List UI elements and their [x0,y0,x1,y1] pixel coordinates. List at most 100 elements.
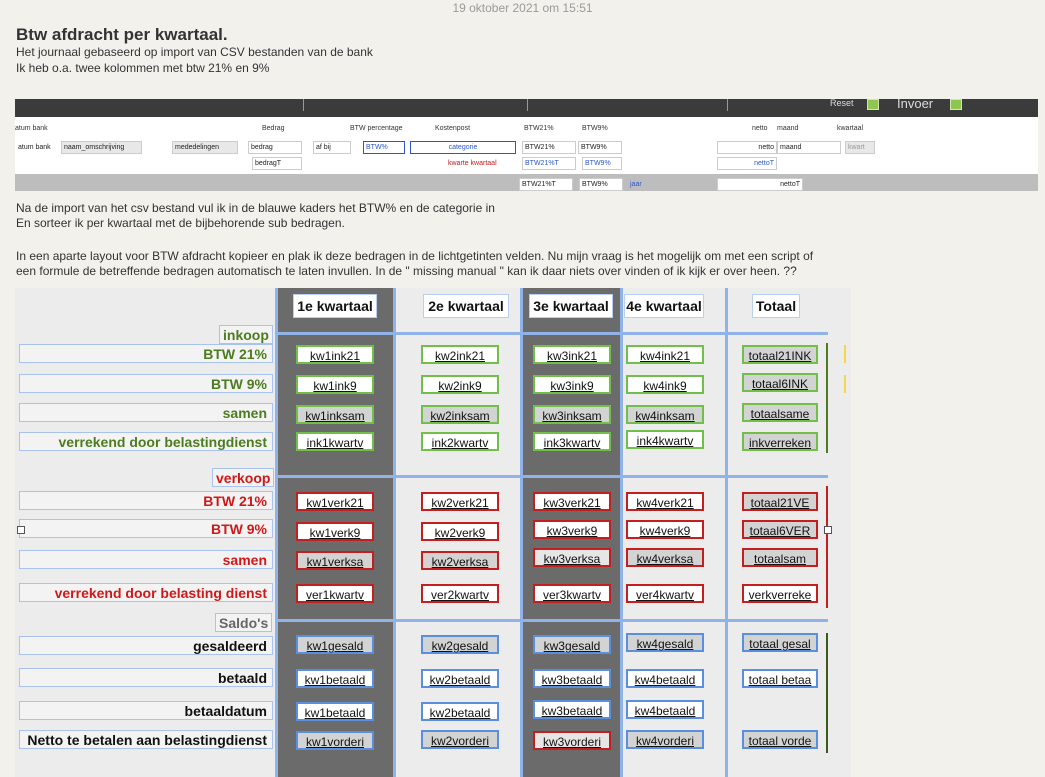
field-ver4kwartv[interactable]: ver4kwartv [626,584,704,603]
field-date[interactable]: atum bank [15,141,54,154]
field-ver1kwartv[interactable]: ver1kwartv [296,584,374,603]
field-kw3gesald[interactable]: kw3gesald [533,635,611,654]
field-kw1betaaldatum[interactable]: kw1betaald [296,702,374,721]
field-btw-percent[interactable]: BTW% [363,141,405,154]
reset-button[interactable] [867,99,879,110]
field-kw3vorderi[interactable]: kw3vorderi [533,731,611,750]
field-amount-total[interactable]: bedragT [252,157,302,170]
field-totaal-vorde[interactable]: totaal vorde [742,730,818,749]
field-afbij[interactable]: af bij [313,141,351,154]
col-header: netto [752,125,768,132]
field-kw2verksa[interactable]: kw2verksa [421,551,499,570]
row-label-betaald: betaald [19,668,273,687]
field-ink3kwartv[interactable]: ink3kwartv [533,432,611,451]
field-quarter-label: kwarte kwartaal [448,160,497,167]
sum-btw21[interactable]: BTW21%T [519,178,573,191]
row-label-inkoop-btw9: BTW 9% [19,374,273,393]
field-ink4kwartv[interactable]: ink4kwartv [626,430,704,449]
resize-handle[interactable] [824,526,832,534]
field-kw2betaaldatum[interactable]: kw2betaald [421,702,499,721]
field-kw3betaald[interactable]: kw3betaald [533,669,611,688]
field-kw1gesald[interactable]: kw1gesald [296,635,374,654]
field-kw3inksam[interactable]: kw3inksam [533,405,611,424]
field-ink1kwartv[interactable]: ink1kwartv [296,432,374,451]
field-kw1verk21[interactable]: kw1verk21 [296,492,374,511]
field-totaal21ve[interactable]: totaal21VE [742,492,818,511]
field-btw21[interactable]: BTW21% [522,141,576,154]
question-line-1: In een aparte layout voor BTW afdracht k… [16,249,814,263]
field-kw4verk9[interactable]: kw4verk9 [626,520,704,539]
resize-handle[interactable] [17,526,25,534]
field-totaalsame[interactable]: totaalsame [742,403,818,422]
field-netto[interactable]: netto [717,141,777,154]
field-kw1inksam[interactable]: kw1inksam [296,405,374,424]
sum-btw9[interactable]: BTW9% [579,178,623,191]
field-totaal6ink[interactable]: totaal6INK [742,373,818,392]
field-kw1betaald[interactable]: kw1betaald [296,669,374,688]
invoer-label: Invoer [897,99,934,111]
field-kw3ink9[interactable]: kw3ink9 [533,375,611,394]
field-verkverreke[interactable]: verkverreke [742,584,818,603]
field-kw4gesald[interactable]: kw4gesald [626,633,704,652]
field-kw1verk9[interactable]: kw1verk9 [296,522,374,541]
field-kw3ink21[interactable]: kw3ink21 [533,345,611,364]
field-kw2inksam[interactable]: kw2inksam [421,405,499,424]
col-header: BTW percentage [350,125,403,132]
bracket [844,375,846,393]
field-category[interactable]: categorie [410,141,516,154]
field-kw2verk9[interactable]: kw2verk9 [421,522,499,541]
field-btw9[interactable]: BTW9% [578,141,622,154]
field-kw4inksam[interactable]: kw4inksam [626,405,704,424]
field-kw4ink9[interactable]: kw4ink9 [626,375,704,394]
field-notes[interactable]: mededelingen [172,141,238,154]
field-kw4vorderi[interactable]: kw4vorderi [626,730,704,749]
field-totaal21ink[interactable]: totaal21INK [742,345,818,364]
row-label-verkoop-samen: samen [19,550,273,569]
field-ver2kwartv[interactable]: ver2kwartv [421,584,499,603]
field-kw2ink9[interactable]: kw2ink9 [421,375,499,394]
field-month[interactable]: maand [777,141,841,154]
field-netto-total[interactable]: nettoT [717,157,777,170]
col-header-q4: 4e kwartaal [624,294,704,318]
field-kw4verk21[interactable]: kw4verk21 [626,492,704,511]
field-inkverreken[interactable]: inkverreken [742,432,818,451]
field-kw2verk21[interactable]: kw2verk21 [421,492,499,511]
sum-netto[interactable]: nettoT [717,178,803,191]
field-kw3verksa[interactable]: kw3verksa [533,548,611,567]
row-label-verkoop-btw21: BTW 21% [19,491,273,510]
field-totaal-gesal[interactable]: totaal gesal [742,633,818,652]
invoer-button[interactable] [950,99,962,110]
field-kw3verk9[interactable]: kw3verk9 [533,520,611,539]
bracket [826,343,828,453]
row-label-verkoop-btw9: BTW 9% [19,519,273,538]
field-kw1verksa[interactable]: kw1verksa [296,551,374,570]
field-kw4verksa[interactable]: kw4verksa [626,548,704,567]
field-kw3betaaldatum[interactable]: kw3betaald [533,700,611,719]
field-amount[interactable]: bedrag [248,141,302,154]
field-kw2gesald[interactable]: kw2gesald [421,635,499,654]
field-quarter[interactable]: kwart [845,141,875,154]
field-kw4ink21[interactable]: kw4ink21 [626,345,704,364]
field-kw3verk21[interactable]: kw3verk21 [533,492,611,511]
row-label-verkoop-verrekend: verrekend door belasting dienst [19,583,273,602]
divider [527,99,528,111]
field-ver3kwartv[interactable]: ver3kwartv [533,584,611,603]
field-kw2vorderi[interactable]: kw2vorderi [421,730,499,749]
field-kw2ink21[interactable]: kw2ink21 [421,345,499,364]
field-totaalsam[interactable]: totaalsam [742,548,818,567]
field-kw4betaaldatum[interactable]: kw4betaald [626,700,704,719]
field-btw9-total[interactable]: BTW9% [582,157,622,170]
bracket [826,633,828,753]
field-kw2betaald[interactable]: kw2betaald [421,669,499,688]
field-kw1vorderi[interactable]: kw1vorderi [296,731,374,750]
field-kw4betaald[interactable]: kw4betaald [626,669,704,688]
field-totaal-betaa[interactable]: totaal betaa [742,669,818,688]
field-name[interactable]: naam_omschrijving [61,141,142,154]
field-kw1ink9[interactable]: kw1ink9 [296,375,374,394]
field-ink2kwartv[interactable]: ink2kwartv [421,432,499,451]
field-totaal6ver[interactable]: totaal6VER [742,520,818,539]
row-label-inkoop-samen: samen [19,403,273,422]
page-title: Btw afdracht per kwartaal. [16,25,228,44]
field-btw21-total[interactable]: BTW21%T [522,157,576,170]
field-kw1ink21[interactable]: kw1ink21 [296,345,374,364]
